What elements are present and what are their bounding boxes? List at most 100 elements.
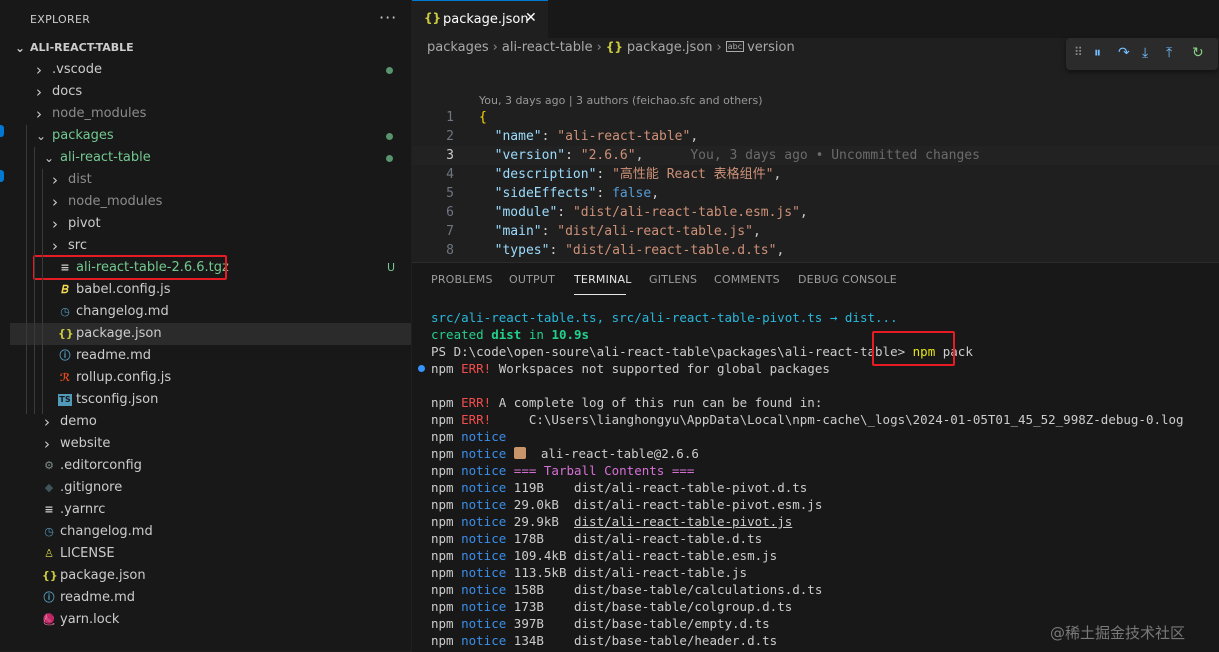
tree-item-label: node_modules xyxy=(68,194,163,209)
code-text: "version": "2.6.6", You, 3 days ago • Un… xyxy=(494,148,980,163)
file-icon: ♙ xyxy=(44,547,54,560)
panel-tab-problems[interactable]: PROBLEMS xyxy=(431,273,493,286)
step-over-icon[interactable]: ↷ xyxy=(1118,45,1130,61)
active-tab-indicator xyxy=(574,294,626,295)
json-file-icon: {} xyxy=(605,40,623,54)
tree-item-label: .editorconfig xyxy=(60,458,142,473)
tree-folder[interactable]: › src xyxy=(10,235,411,257)
tree-file[interactable]: ℛrollup.config.js xyxy=(10,367,411,389)
breadcrumb-item[interactable]: ali-react-table xyxy=(502,40,593,55)
terminal-line: npm notice 29.0kB dist/ali-react-table-p… xyxy=(431,497,823,512)
chevron-down-icon: ⌄ xyxy=(15,41,26,55)
tree-folder[interactable]: › website xyxy=(10,433,411,455)
terminal-command-decoration[interactable] xyxy=(418,365,425,372)
terminal-line: src/ali-react-table.ts, src/ali-react-ta… xyxy=(431,310,898,325)
line-number: 5 xyxy=(446,186,454,201)
scm-indicator xyxy=(0,125,4,137)
json-file-icon: {} xyxy=(424,11,442,25)
codelens-blame[interactable]: You, 3 days ago | 3 authors (feichao.sfc… xyxy=(479,94,762,107)
workspace-root[interactable]: ⌄ ALI-REACT-TABLE xyxy=(10,37,411,59)
tree-file[interactable]: {} package.json xyxy=(10,323,411,345)
panel-tab-terminal[interactable]: TERMINAL xyxy=(574,273,632,286)
breadcrumb-item[interactable]: package.json xyxy=(627,40,713,55)
tree-file[interactable]: ◷ changelog.md xyxy=(10,521,411,543)
panel-tab-output[interactable]: OUTPUT xyxy=(509,273,555,286)
pause-icon[interactable]: ⏸ xyxy=(1094,45,1101,61)
chevron-down-icon: ⌄ xyxy=(36,129,47,143)
tree-file[interactable]: TS tsconfig.json xyxy=(10,389,411,411)
tree-file[interactable]: ⓘ readme.md xyxy=(10,345,411,367)
close-icon[interactable]: ✕ xyxy=(525,10,537,26)
step-into-icon[interactable]: ⤓ xyxy=(1142,45,1148,61)
file-icon: TS xyxy=(58,394,72,406)
tgz-highlight-box xyxy=(33,255,227,280)
tree-file[interactable]: ⚙ .editorconfig xyxy=(10,455,411,477)
bottom-panel: PROBLEMS OUTPUT TERMINAL GITLENS COMMENTS DEB… xyxy=(412,262,1219,652)
line-number: 4 xyxy=(446,167,454,182)
restart-icon[interactable]: ↻ xyxy=(1192,45,1204,61)
tree-item-label: changelog.md xyxy=(60,524,153,539)
chevron-right-icon: › xyxy=(492,40,498,55)
terminal-line: npm notice xyxy=(431,429,507,444)
file-icon: ◷ xyxy=(44,525,54,538)
indent-guide xyxy=(26,125,27,414)
indent-guide xyxy=(34,147,35,414)
tree-item-label: yarn.lock xyxy=(60,612,120,627)
tree-file[interactable]: {} package.json xyxy=(10,565,411,587)
panel-tab-gitlens[interactable]: GITLENS xyxy=(649,273,697,286)
line-number: 8 xyxy=(446,243,454,258)
terminal-line: npm ERR! C:\Users\lianghongyu\AppData\Lo… xyxy=(431,412,1184,427)
tree-file[interactable]: ♙ LICENSE xyxy=(10,543,411,565)
tree-folder[interactable]: › node_modules xyxy=(10,191,411,213)
tree-folder[interactable]: › demo xyxy=(10,411,411,433)
tree-file[interactable]: 𝐵babel.config.js xyxy=(10,279,411,301)
breadcrumb-item[interactable]: packages xyxy=(427,40,489,55)
panel-tab-debug-console[interactable]: DEBUG CONSOLE xyxy=(798,273,897,286)
tree-folder[interactable]: ⌄ packages xyxy=(10,125,411,147)
terminal-line: npm notice 29.9kB dist/ali-react-table-p… xyxy=(431,514,793,529)
code-line[interactable]: 2 "name": "ali-react-table", xyxy=(412,127,1219,146)
tree-folder[interactable]: › dist xyxy=(10,169,411,191)
tree-file[interactable]: 🧶 yarn.lock xyxy=(10,609,411,631)
panel-tab-comments[interactable]: COMMENTS xyxy=(714,273,780,286)
terminal-line: npm notice 173B dist/base-table/colgroup… xyxy=(431,599,793,614)
chevron-right-icon: › xyxy=(52,237,58,255)
tree-file[interactable]: ◆ .gitignore xyxy=(10,477,411,499)
code-line[interactable]: 6 "module": "dist/ali-react-table.esm.js… xyxy=(412,203,1219,222)
breadcrumb-item[interactable]: version xyxy=(747,40,795,55)
code-line[interactable]: 3 "version": "2.6.6", You, 3 days ago • … xyxy=(412,146,1219,165)
git-modified-dot xyxy=(386,133,393,140)
file-icon: ≡ xyxy=(44,503,54,516)
more-actions-icon[interactable]: ··· xyxy=(379,8,397,27)
code-line[interactable]: 5 "sideEffects": false, xyxy=(412,184,1219,203)
tree-item-label: src xyxy=(68,238,87,253)
file-icon: {} xyxy=(58,327,74,340)
tree-folder[interactable]: › pivot xyxy=(10,213,411,235)
tree-folder[interactable]: › node_modules xyxy=(10,103,411,125)
tree-item-label: readme.md xyxy=(76,348,151,363)
tree-item-label: dist xyxy=(68,172,92,187)
tree-item-label: .yarnrc xyxy=(60,502,106,517)
terminal-line: npm notice === Tarball Contents === xyxy=(431,463,695,478)
file-icon: 🧶 xyxy=(42,613,56,626)
code-line[interactable]: 4 "description": "高性能 React 表格组件", xyxy=(412,165,1219,184)
tab-package-json[interactable]: {} package.json ✕ xyxy=(412,0,548,38)
tree-folder[interactable]: ⌄ ali-react-table xyxy=(10,147,411,169)
chevron-right-icon: › xyxy=(36,61,42,79)
tree-file[interactable]: ⓘ readme.md xyxy=(10,587,411,609)
tree-file[interactable]: ≡ .yarnrc xyxy=(10,499,411,521)
step-out-icon[interactable]: ⤒ xyxy=(1166,45,1172,61)
terminal-line: npm notice 113.5kB dist/ali-react-table.… xyxy=(431,565,748,580)
code-line[interactable]: 8 "types": "dist/ali-react-table.d.ts", xyxy=(412,241,1219,260)
code-text: "sideEffects": false, xyxy=(494,186,660,201)
file-icon: {} xyxy=(42,569,58,582)
tree-item-label: ali-react-table xyxy=(60,150,151,165)
drag-handle-icon[interactable]: ⠿ xyxy=(1074,45,1083,59)
npm-pack-highlight-box xyxy=(872,331,955,366)
code-line[interactable]: 7 "main": "dist/ali-react-table.js", xyxy=(412,222,1219,241)
git-modified-dot xyxy=(386,67,393,74)
code-line[interactable]: 1{ xyxy=(412,108,1219,127)
tree-folder[interactable]: › docs xyxy=(10,81,411,103)
tree-file[interactable]: ◷ changelog.md xyxy=(10,301,411,323)
tree-folder[interactable]: › .vscode xyxy=(10,59,411,81)
